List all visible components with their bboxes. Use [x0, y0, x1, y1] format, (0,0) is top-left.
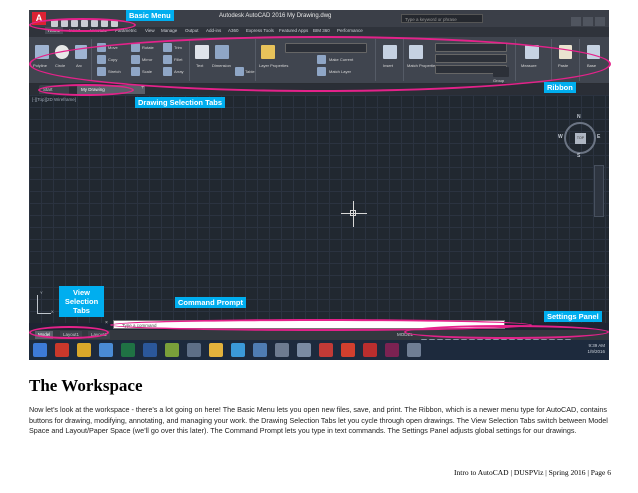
- taskbar-app-icon-8[interactable]: [407, 343, 421, 357]
- taskbar-app-icon-2[interactable]: [165, 343, 179, 357]
- tab-view[interactable]: View: [145, 28, 155, 33]
- view-tabs-callout-line-1: View: [73, 288, 90, 297]
- search-input[interactable]: Type a keyword or phrase: [401, 14, 483, 23]
- navigation-bar[interactable]: [594, 165, 604, 217]
- minimize-icon[interactable]: [571, 17, 581, 26]
- maximize-icon[interactable]: [583, 17, 593, 26]
- command-prompt-callout: Command Prompt: [175, 297, 247, 308]
- command-close-icon[interactable]: ×: [105, 320, 108, 326]
- internet-explorer-icon[interactable]: [99, 343, 113, 357]
- autocad-taskbar-icon[interactable]: [319, 343, 333, 357]
- tab-express-tools[interactable]: Express Tools: [246, 28, 274, 33]
- tab-manage[interactable]: Manage: [161, 28, 177, 33]
- page-footer: Intro to AutoCAD | DUSPViz | Spring 2016…: [454, 468, 611, 477]
- ucs-icon: [37, 295, 38, 313]
- viewcube[interactable]: TOP: [564, 122, 596, 154]
- window-title: Autodesk AutoCAD 2016 My Drawing.dwg: [219, 13, 332, 19]
- taskbar-app-icon-3[interactable]: [187, 343, 201, 357]
- view-tabs-callout-line-3: Tabs: [73, 306, 90, 315]
- pickbox: [350, 210, 356, 216]
- taskbar-app-icon-6[interactable]: [297, 343, 311, 357]
- tab-add-ins[interactable]: Add-ins: [206, 28, 221, 33]
- acrobat-icon[interactable]: [341, 343, 355, 357]
- tab-a360[interactable]: A360: [228, 28, 239, 33]
- view-tabs-highlight: [29, 326, 109, 339]
- body-paragraph: Now let’s look at the workspace - there’…: [29, 405, 608, 435]
- ribbon-callout: Ribbon: [544, 82, 576, 93]
- page-title: The Workspace: [29, 376, 143, 395]
- viewport-label[interactable]: [-][Top][2D Wireframe]: [32, 97, 76, 102]
- viewcube-s: S: [577, 153, 581, 159]
- drawing-tabs-highlight: [38, 84, 134, 96]
- viewcube-n: N: [577, 114, 581, 120]
- tray-date: 1/9/2016: [587, 349, 605, 354]
- tab-bim360[interactable]: BIM 360: [313, 28, 330, 33]
- windows-taskbar: 9:39 AM 1/9/2016: [29, 340, 609, 360]
- file-explorer-icon[interactable]: [77, 343, 91, 357]
- ucs-icon-x-axis: [37, 313, 51, 314]
- ribbon-highlight: [29, 36, 611, 92]
- tab-output[interactable]: Output: [185, 28, 199, 33]
- ucs-y-label: Y: [40, 290, 43, 295]
- windows-start-icon[interactable]: [33, 343, 47, 357]
- system-tray-clock[interactable]: 9:39 AM 1/9/2016: [587, 343, 605, 355]
- taskbar-app-icon-4[interactable]: [253, 343, 267, 357]
- drawing-canvas[interactable]: [-][Top][2D Wireframe] TOP N S E W Y X: [29, 95, 609, 323]
- taskbar-app-icon-5[interactable]: [275, 343, 289, 357]
- ucs-x-label: X: [51, 309, 54, 314]
- view-tabs-callout: View Selection Tabs: [59, 286, 104, 317]
- viewcube-top[interactable]: TOP: [575, 133, 586, 144]
- taskbar-app-icon[interactable]: [55, 343, 69, 357]
- tab-performance[interactable]: Performance: [337, 28, 363, 33]
- taskbar-app-icon-7[interactable]: [363, 343, 377, 357]
- settings-panel-callout: Settings Panel: [544, 311, 602, 322]
- basic-menu-callout: Basic Menu: [126, 10, 174, 21]
- tab-featured-apps[interactable]: Featured Apps: [279, 28, 308, 33]
- browser-icon[interactable]: [231, 343, 245, 357]
- basic-menu-highlight: [29, 18, 136, 32]
- drawing-tabs-callout: Drawing Selection Tabs: [135, 97, 226, 108]
- viewcube-e: E: [597, 134, 601, 140]
- folder-icon[interactable]: [209, 343, 223, 357]
- indesign-icon[interactable]: [385, 343, 399, 357]
- close-icon[interactable]: [595, 17, 605, 26]
- word-icon[interactable]: [143, 343, 157, 357]
- viewcube-w: W: [558, 134, 563, 140]
- view-tabs-callout-line-2: Selection: [64, 297, 99, 306]
- excel-icon[interactable]: [121, 343, 135, 357]
- settings-panel-highlight: [404, 325, 609, 339]
